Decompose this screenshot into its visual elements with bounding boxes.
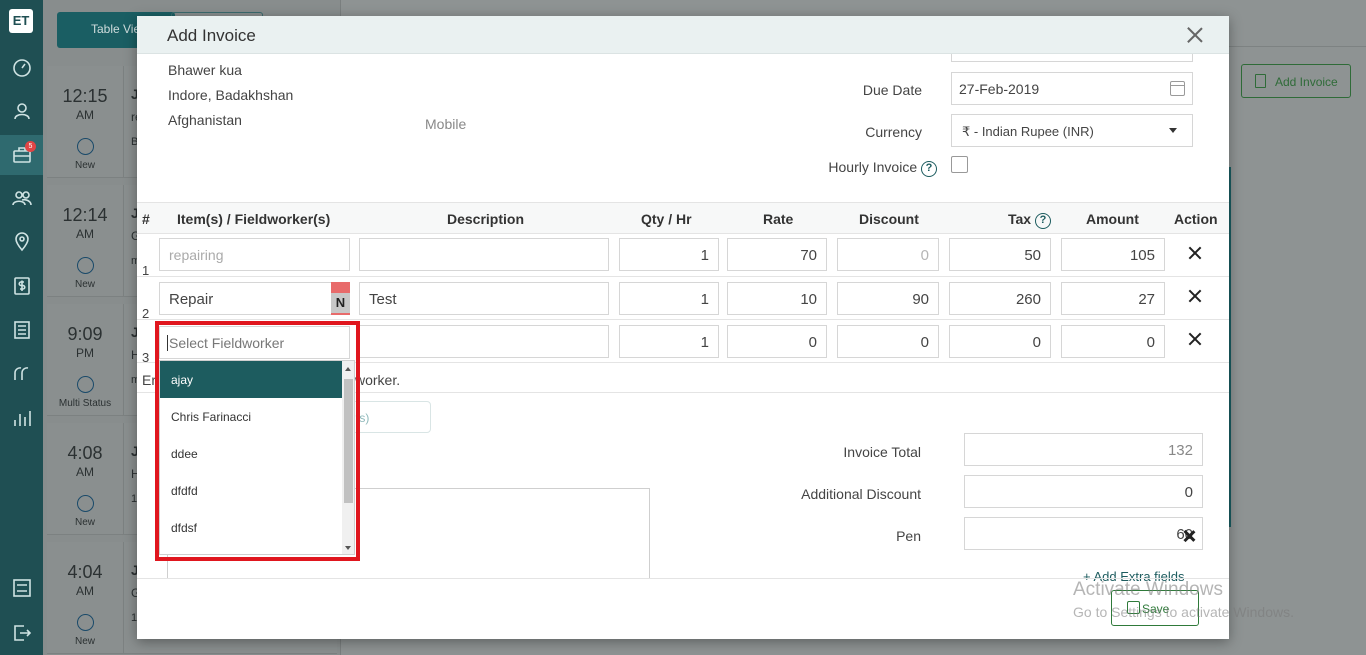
scroll-down-icon[interactable] bbox=[345, 546, 351, 550]
amount-input[interactable]: 105 bbox=[1061, 238, 1165, 271]
feedback-icon[interactable] bbox=[0, 354, 43, 394]
team-icon[interactable] bbox=[0, 178, 43, 218]
fieldworker-search-input[interactable]: Select Fieldworker bbox=[159, 326, 350, 359]
pen-input[interactable]: 60 bbox=[964, 517, 1203, 550]
additional-discount-input[interactable]: 0 bbox=[964, 475, 1203, 508]
tax-input[interactable]: 0 bbox=[949, 325, 1051, 358]
modal-title: Add Invoice bbox=[167, 26, 256, 45]
add-invoice-button[interactable]: Add Invoice bbox=[1241, 64, 1351, 98]
remove-field-icon[interactable] bbox=[1183, 530, 1195, 542]
dropdown-option[interactable]: dfdfd bbox=[160, 472, 342, 509]
multi-status-icon bbox=[77, 376, 94, 393]
dropdown-option[interactable]: dfdsf bbox=[160, 509, 342, 546]
fieldworker-dropdown: ajay Chris Farinacci ddee dfdfd dfdsf bbox=[159, 360, 355, 555]
amount-input[interactable]: 27 bbox=[1061, 282, 1165, 315]
qty-input[interactable]: 1 bbox=[619, 325, 719, 358]
qty-input[interactable]: 1 bbox=[619, 282, 719, 315]
additional-discount-label: Additional Discount bbox=[801, 486, 921, 502]
address-line: Afghanistan bbox=[168, 112, 242, 128]
status-circle-icon bbox=[77, 495, 94, 512]
items-table-header: # Item(s) / Fieldworker(s) Description Q… bbox=[137, 202, 1229, 234]
rate-input[interactable]: 0 bbox=[727, 325, 827, 358]
invoice-total-field: 132 bbox=[964, 433, 1203, 466]
list-icon[interactable] bbox=[0, 310, 43, 350]
jobs-briefcase-icon[interactable]: 5 bbox=[0, 135, 43, 175]
description-input[interactable] bbox=[359, 238, 609, 271]
help-icon[interactable]: ? bbox=[921, 161, 937, 177]
status-circle-icon bbox=[77, 614, 94, 631]
chevron-down-icon bbox=[1169, 128, 1177, 133]
map-pin-icon[interactable] bbox=[0, 222, 43, 262]
dropdown-scrollbar[interactable] bbox=[342, 361, 354, 554]
description-input[interactable] bbox=[359, 325, 609, 358]
modal-header: Add Invoice bbox=[137, 16, 1229, 54]
add-invoice-modal: Add Invoice Bhawer kua Indore, Badakhsha… bbox=[137, 16, 1229, 639]
hourly-invoice-label: Hourly Invoice ? bbox=[787, 159, 937, 177]
pen-label: Pen bbox=[896, 528, 921, 544]
hourly-invoice-checkbox[interactable] bbox=[951, 156, 968, 173]
qty-input[interactable]: 1 bbox=[619, 238, 719, 271]
scroll-thumb[interactable] bbox=[344, 379, 353, 503]
close-icon[interactable] bbox=[1185, 25, 1205, 45]
modal-body: Bhawer kua Indore, Badakhshan Afghanista… bbox=[137, 54, 1229, 578]
item-input[interactable]: repairing bbox=[159, 238, 350, 271]
reports-chart-icon[interactable] bbox=[0, 398, 43, 438]
tax-help-icon[interactable]: ? bbox=[1034, 213, 1051, 229]
invoice-total-label: Invoice Total bbox=[843, 444, 921, 460]
currency-select[interactable]: ₹ - Indian Rupee (INR) bbox=[951, 114, 1193, 147]
app-logo[interactable]: ET bbox=[9, 9, 33, 33]
billing-dollar-icon[interactable] bbox=[0, 266, 43, 306]
tax-input[interactable]: 260 bbox=[949, 282, 1051, 315]
tax-input[interactable]: 50 bbox=[949, 238, 1051, 271]
scroll-up-icon[interactable] bbox=[345, 367, 351, 371]
dashboard-icon[interactable] bbox=[0, 48, 43, 88]
user-icon[interactable] bbox=[0, 91, 43, 131]
description-input[interactable]: Test bbox=[359, 282, 609, 315]
new-item-badge: N bbox=[331, 282, 350, 315]
due-date-input[interactable]: 27-Feb-2019 bbox=[951, 72, 1193, 105]
amount-input[interactable]: 0 bbox=[1061, 325, 1165, 358]
rate-input[interactable]: 10 bbox=[727, 282, 827, 315]
due-date-label: Due Date bbox=[862, 82, 922, 98]
calendar-icon[interactable] bbox=[1170, 81, 1185, 96]
discount-input[interactable]: 0 bbox=[837, 325, 939, 358]
file-plus-icon bbox=[1255, 74, 1266, 88]
status-circle-icon bbox=[77, 257, 94, 274]
mobile-label: Mobile bbox=[425, 116, 467, 132]
rate-input[interactable]: 70 bbox=[727, 238, 827, 271]
discount-input[interactable]: 90 bbox=[837, 282, 939, 315]
currency-label: Currency bbox=[865, 124, 922, 140]
address-line: Indore, Badakhshan bbox=[168, 87, 294, 103]
delete-row-icon[interactable] bbox=[1188, 332, 1202, 346]
delete-row-icon[interactable] bbox=[1188, 246, 1202, 260]
date-field-partial[interactable] bbox=[951, 54, 1193, 62]
delete-row-icon[interactable] bbox=[1188, 289, 1202, 303]
dropdown-option[interactable]: ajay bbox=[160, 361, 342, 398]
dropdown-option[interactable]: Chris Farinacci bbox=[160, 398, 342, 435]
item-input[interactable]: Repair bbox=[159, 282, 350, 315]
address-line: Bhawer kua bbox=[168, 62, 242, 78]
activation-watermark-subtext: Go to Settings to activate Windows. bbox=[1073, 604, 1294, 620]
discount-input[interactable]: 0 bbox=[837, 238, 939, 271]
logout-icon[interactable] bbox=[0, 613, 43, 653]
activation-watermark: Activate Windows bbox=[1073, 579, 1223, 600]
status-circle-icon bbox=[77, 138, 94, 155]
main-sidebar: ET 5 bbox=[0, 0, 43, 655]
notification-badge: 5 bbox=[25, 141, 36, 152]
dropdown-option[interactable]: ddee bbox=[160, 435, 342, 472]
settings-sliders-icon[interactable] bbox=[0, 568, 43, 608]
